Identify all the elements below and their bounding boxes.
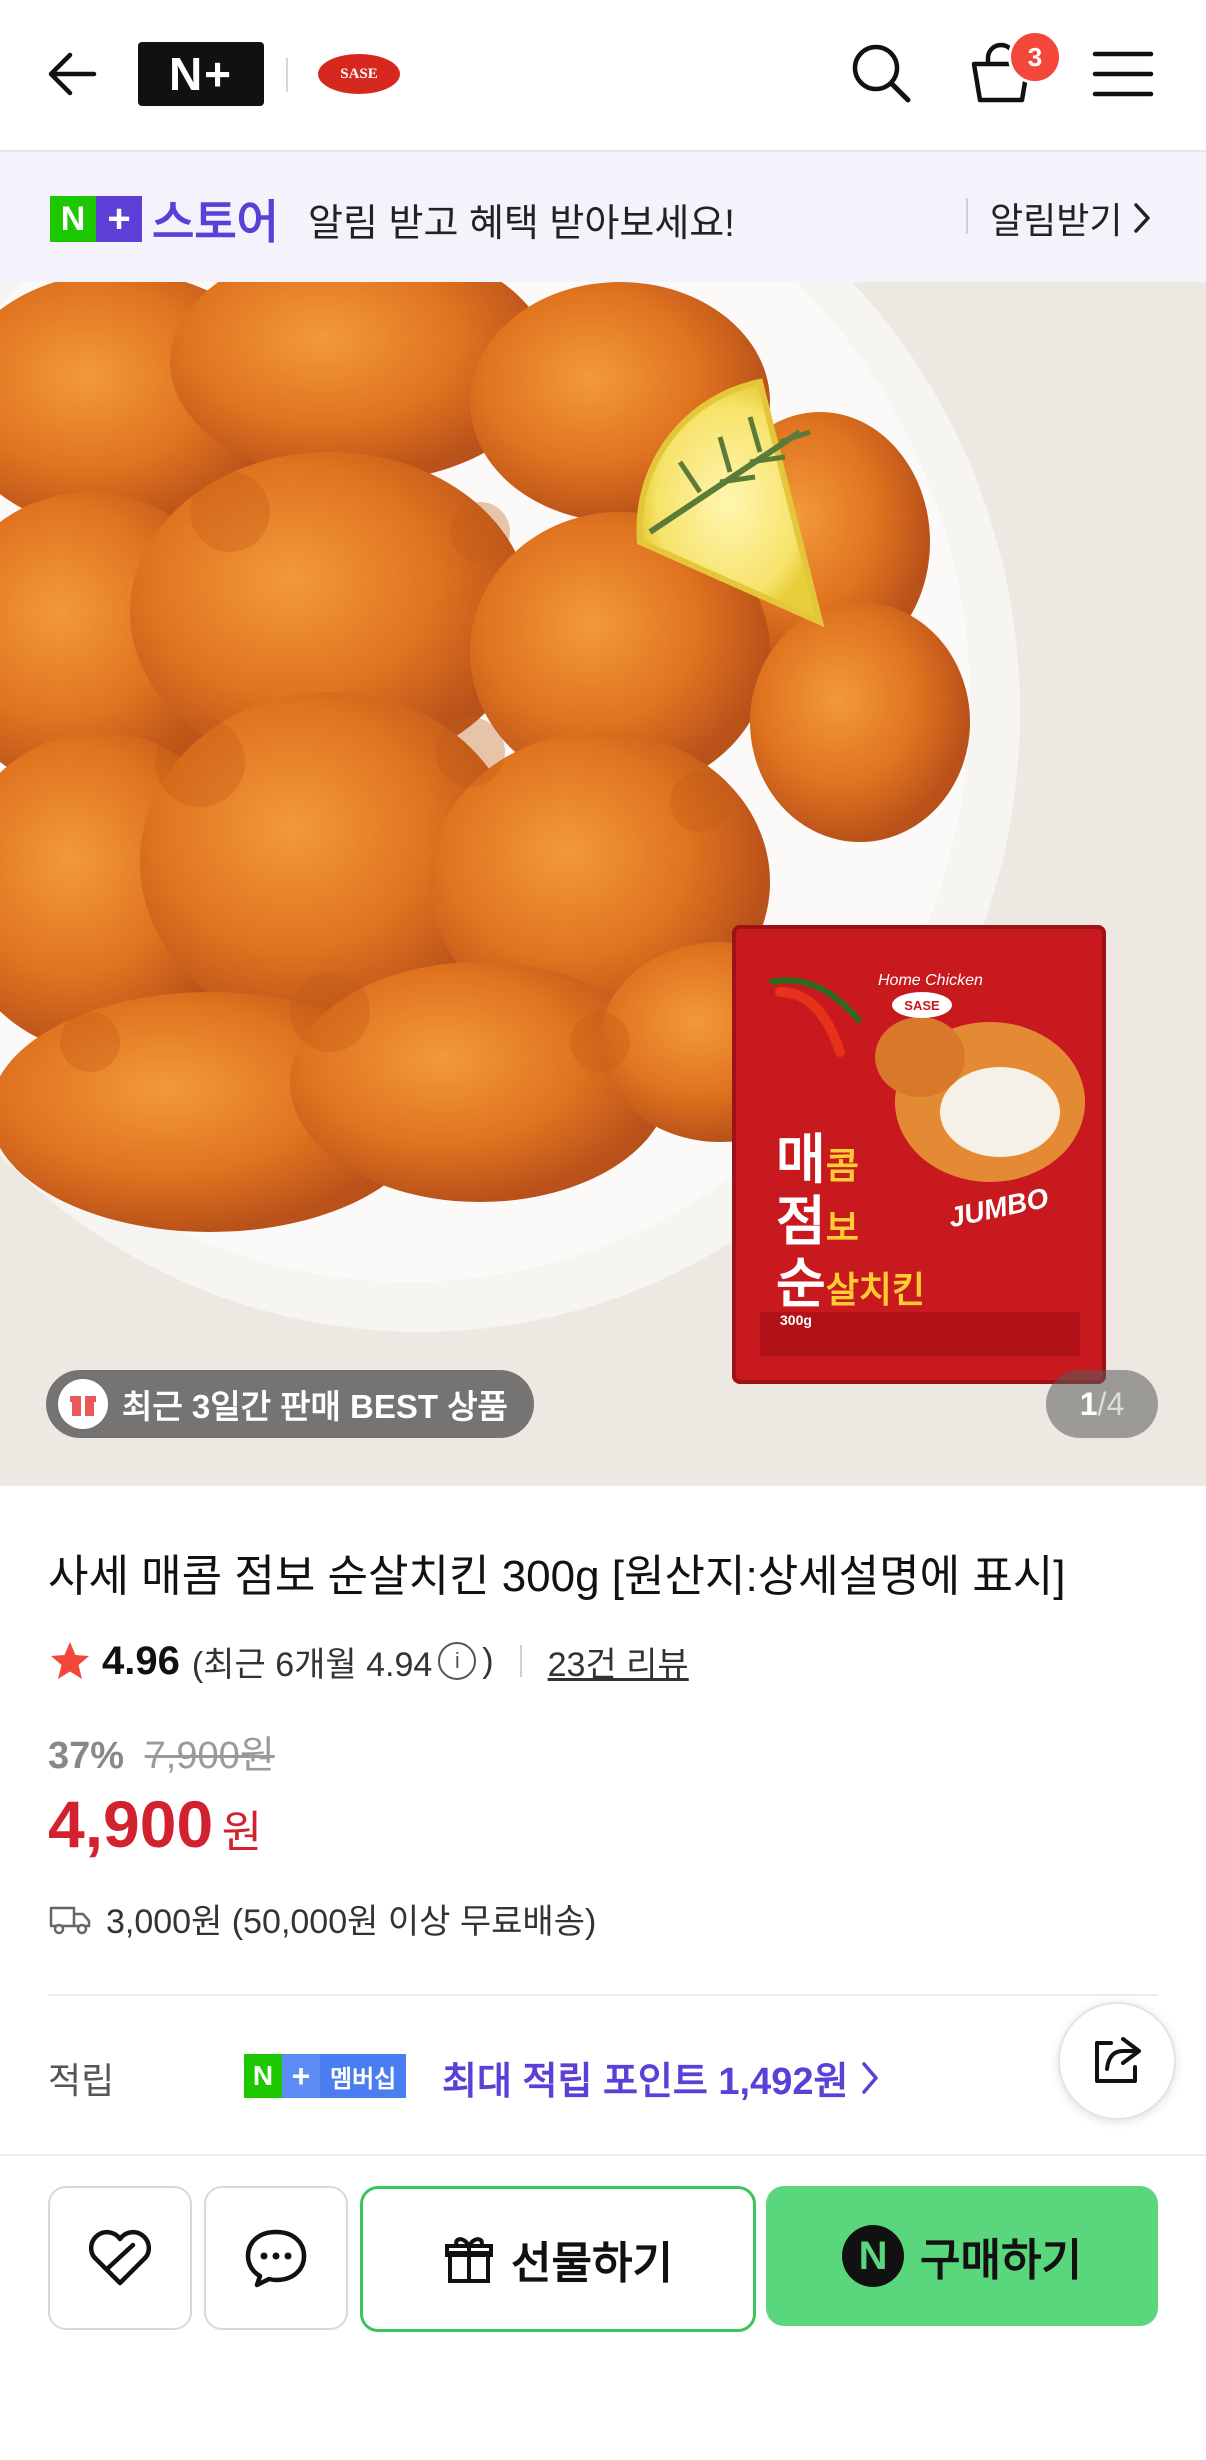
rating-divider xyxy=(519,1645,522,1677)
banner-divider xyxy=(966,198,968,234)
gift-button-label: 선물하기 xyxy=(511,2239,673,2288)
naver-plus-logo[interactable]: N+ xyxy=(138,42,264,106)
gift-button[interactable]: 선물하기 xyxy=(360,2186,756,2332)
rating-value: 4.96 xyxy=(102,1638,180,1683)
gift-icon xyxy=(58,1379,108,1429)
package-tag: Home Chicken xyxy=(878,972,983,989)
plus-icon: + xyxy=(96,196,142,242)
points-label: 적립 xyxy=(48,2060,115,2101)
recent-rating: (최근 6개월 4.94 xyxy=(191,1645,433,1684)
package-brand: SASE xyxy=(892,992,952,1018)
chevron-right-icon xyxy=(862,2061,879,2094)
best-badge-text: 최근 3일간 판매 BEST 상품 xyxy=(122,1388,508,1425)
star-icon xyxy=(51,1642,89,1679)
image-counter: 1/4 xyxy=(1046,1370,1158,1438)
sale-price: 4,900 xyxy=(48,1787,214,1861)
share-icon xyxy=(1095,2037,1141,2083)
package-title: 매콤 점보 순살치킨 xyxy=(776,1130,926,1314)
shipping-text: 3,000원 (50,000원 이상 무료배송) xyxy=(106,1903,597,1941)
fried-chicken-photo xyxy=(0,282,1206,1486)
bottom-bar-divider xyxy=(0,2154,1206,2156)
max-points-link[interactable]: 최대 적립 포인트 1,492원 xyxy=(442,2050,880,2105)
buy-button-label: 구매하기 xyxy=(920,2236,1082,2285)
membership-badge: N + 멤버십 xyxy=(244,2054,407,2098)
review-count-link[interactable]: 23건 리뷰 xyxy=(548,1637,689,1686)
heart-icon xyxy=(88,2229,152,2286)
price-unit: 원 xyxy=(221,1808,263,1857)
banner-message: 알림 받고 혜택 받아보세요! xyxy=(308,203,735,245)
menu-icon[interactable] xyxy=(1092,48,1154,100)
naver-pay-icon: N xyxy=(842,2225,905,2287)
product-image-carousel[interactable]: Home Chicken SASE 매콤 점보 순살치킨 JUMBO 300g xyxy=(0,282,1206,1486)
recent-rating-close: ) xyxy=(482,1641,494,1680)
notify-label: 알림받기 xyxy=(990,200,1123,241)
banner-store-label: 스토어 xyxy=(152,196,279,248)
delivery-truck-icon xyxy=(49,1906,91,1934)
chat-button[interactable] xyxy=(204,2186,348,2330)
buy-button[interactable]: N 구매하기 xyxy=(766,2186,1158,2326)
share-button[interactable] xyxy=(1058,2002,1176,2120)
logo-divider xyxy=(286,58,288,92)
notify-button[interactable]: 알림받기 xyxy=(990,192,1152,244)
max-points-text: 최대 적립 포인트 1,492원 xyxy=(442,2061,849,2103)
sase-store-logo[interactable]: SASE xyxy=(318,54,400,94)
shipping-row: 3,000원 (50,000원 이상 무료배송) xyxy=(48,1894,596,1943)
cart-count-badge: 3 xyxy=(1008,30,1062,84)
section-divider xyxy=(48,1994,1158,1996)
discount-row: 37% 7,900원 xyxy=(48,1724,275,1779)
arrow-left-icon[interactable] xyxy=(44,46,100,102)
info-icon[interactable]: i xyxy=(438,1642,477,1680)
wishlist-button[interactable] xyxy=(48,2186,192,2330)
discount-rate: 37% xyxy=(48,1735,125,1777)
gift-box-icon xyxy=(445,2237,494,2283)
chat-bubble-icon xyxy=(245,2229,307,2288)
original-price: 7,900원 xyxy=(144,1735,275,1777)
product-title: 사세 매콤 점보 순살치킨 300g [원산지:상세설명에 표시] xyxy=(48,1552,1066,1601)
price-row: 4,900 원 xyxy=(48,1786,262,1862)
rating-row: 4.96 (최근 6개월 4.94 i ) 23건 리뷰 xyxy=(48,1636,689,1686)
search-icon[interactable] xyxy=(848,40,914,106)
chevron-right-icon xyxy=(1134,203,1151,233)
package-weight: 300g xyxy=(780,1312,812,1328)
best-seller-badge: 최근 3일간 판매 BEST 상품 xyxy=(46,1370,534,1438)
naver-n-icon: N xyxy=(50,196,96,242)
